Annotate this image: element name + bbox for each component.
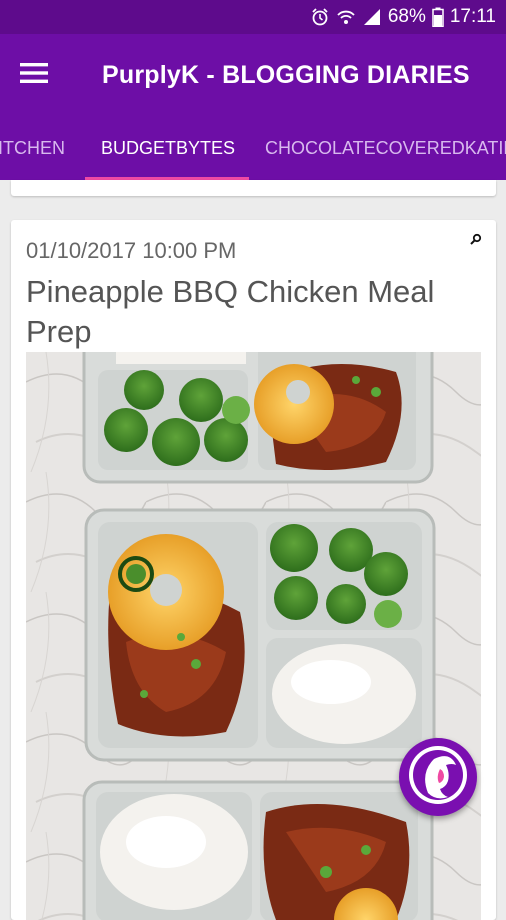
battery-icon (432, 7, 444, 27)
tab-bar: ITCHEN BUDGETBYTES CHOCOLATECOVEREDKATIE (0, 116, 506, 180)
battery-percent: 68% (387, 6, 426, 27)
post-date: 01/10/2017 10:00 PM (26, 238, 237, 263)
status-bar: 68% 17:11 (0, 0, 506, 34)
woman-profile-icon (406, 743, 470, 812)
tab-chocolatecoveredkatie[interactable]: CHOCOLATECOVEREDKATIE (265, 116, 506, 180)
signal-icon (362, 7, 382, 27)
clock: 17:11 (449, 6, 496, 27)
post-title: Pineapple BBQ Chicken Meal Prep (26, 274, 435, 349)
profile-fab-button[interactable] (399, 738, 477, 816)
tab-kitchen[interactable]: ITCHEN (0, 116, 65, 180)
wifi-icon (336, 7, 356, 27)
menu-button[interactable] (0, 34, 68, 116)
previous-post-card[interactable] (11, 180, 496, 196)
zoom-icon[interactable] (470, 232, 482, 250)
app-title: PurplyK - BLOGGING DIARIES (102, 60, 470, 89)
alarm-icon (310, 7, 330, 27)
meal-prep-photo[interactable] (26, 352, 481, 920)
app-bar: PurplyK - BLOGGING DIARIES (0, 34, 506, 116)
tab-budgetbytes[interactable]: BUDGETBYTES (101, 116, 235, 180)
hamburger-menu-icon (20, 62, 48, 89)
post-card[interactable]: 01/10/2017 10:00 PM Pineapple BBQ Chicke… (11, 220, 496, 920)
